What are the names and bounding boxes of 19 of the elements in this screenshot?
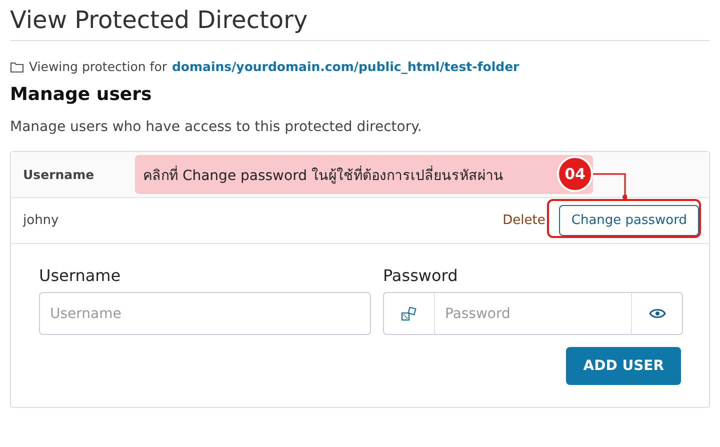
dice-icon [401, 306, 417, 320]
username-label: Username [39, 266, 122, 285]
directory-path-link[interactable]: domains/yourdomain.com/public_html/test-folder [172, 59, 520, 74]
change-password-button[interactable]: Change password [559, 205, 699, 236]
add-user-button[interactable]: ADD USER [566, 347, 681, 385]
username-input[interactable]: Username [39, 292, 371, 335]
leader-line [593, 173, 627, 200]
section-heading: Manage users [10, 84, 153, 105]
username-cell-text: johny [23, 213, 60, 228]
callout-text: คลิกที่ Change password ในผู้ใช้ที่ต้องการเปลี่ยนรหัสผ่าน [143, 164, 504, 186]
delete-link[interactable]: Delete [502, 213, 546, 228]
section-description: Manage users who have access to this protected directory. [10, 119, 423, 135]
folder-icon [10, 60, 24, 72]
page-title: View Protected Directory [10, 6, 710, 41]
password-field[interactable]: Password [383, 292, 683, 335]
password-label: Password [383, 266, 459, 285]
column-header: Username [23, 167, 94, 182]
protection-label: Viewing protection for [29, 59, 167, 74]
eye-icon [648, 308, 666, 319]
